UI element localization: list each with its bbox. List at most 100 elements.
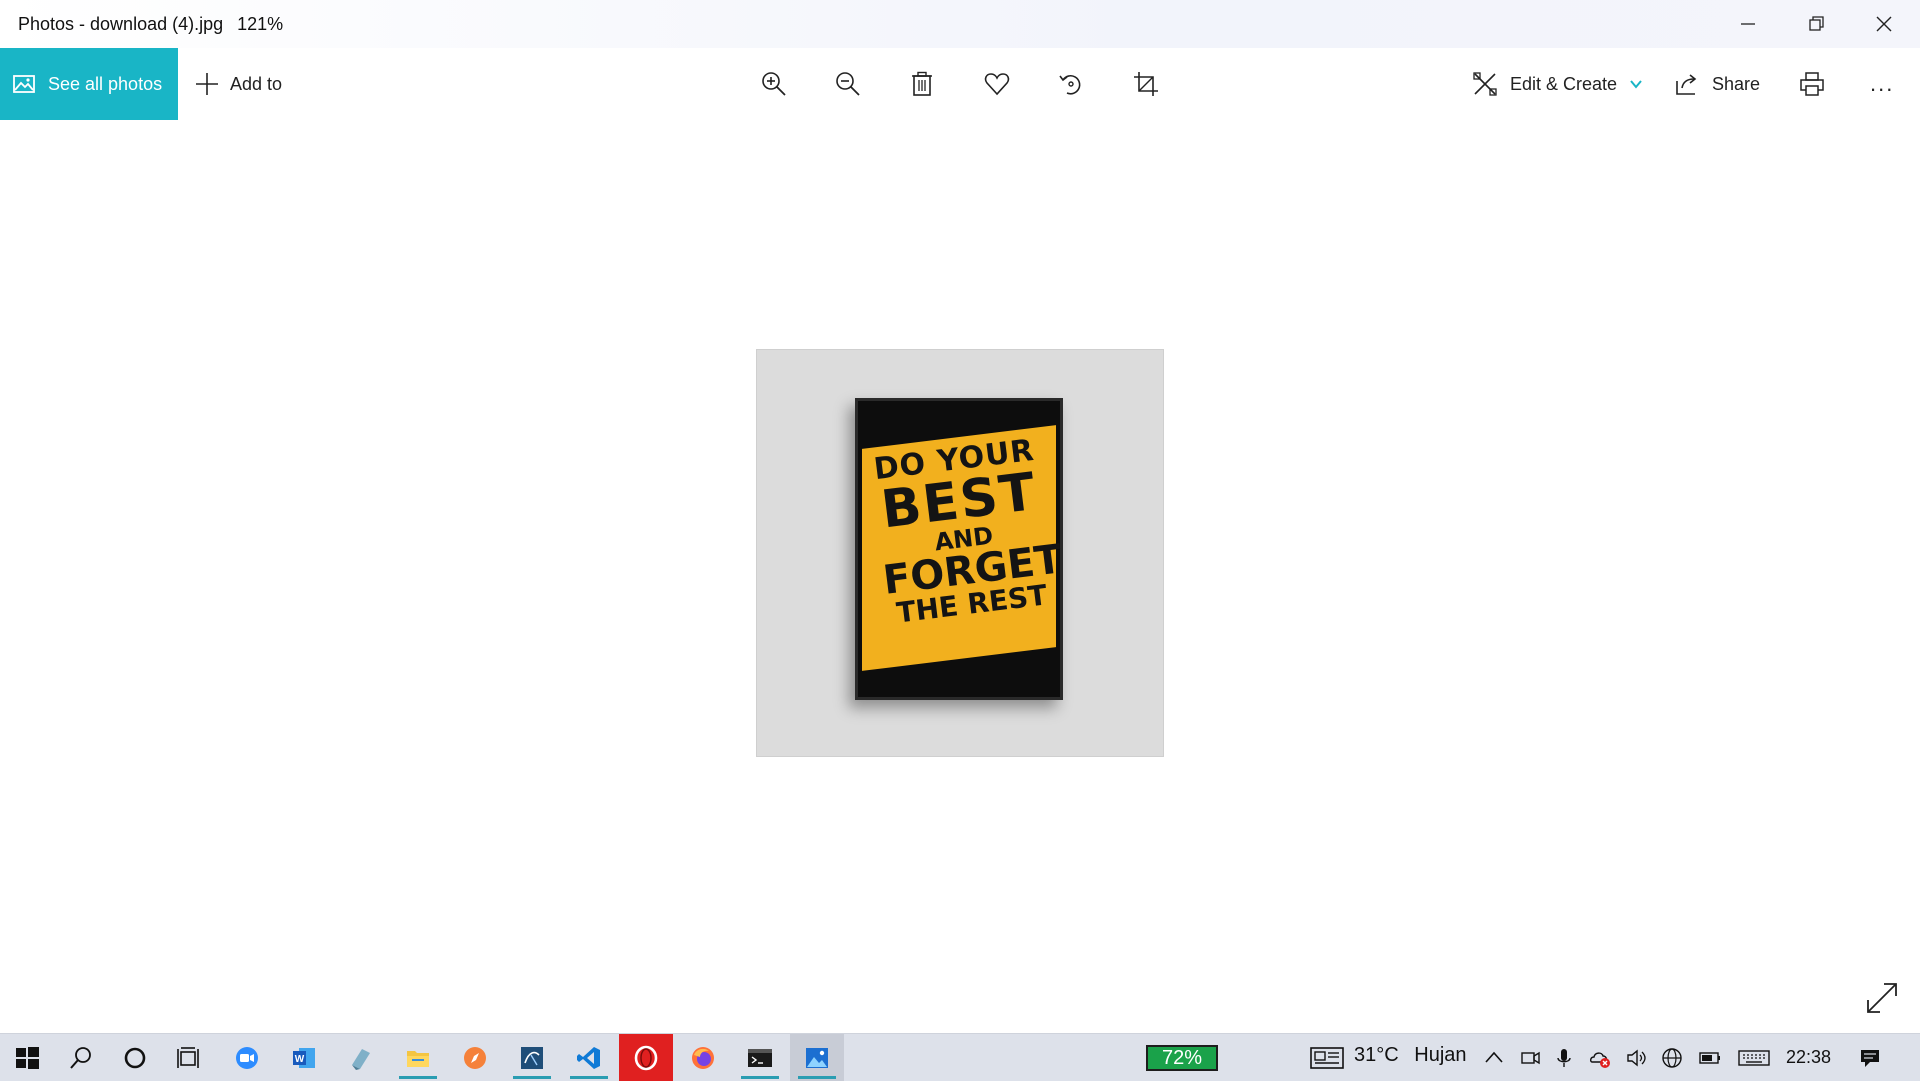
minimize-button[interactable] [1714, 0, 1782, 48]
microphone-icon [1557, 1049, 1571, 1067]
zoom-out-icon [836, 72, 860, 96]
printer-icon [1800, 72, 1824, 96]
camera-icon [1521, 1051, 1540, 1065]
restore-button[interactable] [1782, 0, 1850, 48]
cortana-button[interactable] [108, 1034, 162, 1081]
taskbar-firefox[interactable] [676, 1034, 730, 1081]
start-button[interactable] [0, 1034, 54, 1081]
add-to-button[interactable]: Add to [194, 48, 282, 120]
network-tray-button[interactable] [1658, 1044, 1686, 1072]
task-view-button[interactable] [162, 1034, 216, 1081]
word-icon: W [293, 1047, 315, 1068]
window-title-text: Photos - download (4).jpg [18, 14, 224, 34]
share-label: Share [1712, 73, 1761, 94]
touch-keyboard-button[interactable] [1736, 1044, 1772, 1072]
title-bar: Photos - download (4).jpg 121% [0, 0, 1920, 48]
battery-tray-button[interactable] [1696, 1044, 1724, 1072]
onedrive-tray-button[interactable] [1586, 1044, 1614, 1072]
vscode-icon [577, 1046, 600, 1069]
battery-icon [1699, 1052, 1720, 1064]
speaker-icon [1627, 1049, 1646, 1067]
svg-text:W: W [295, 1054, 305, 1065]
photo-viewer: DO YOUR BEST AND FORGET THE REST [0, 120, 1920, 1033]
weather-description: Hujan [1414, 1044, 1467, 1066]
see-all-photos-label: See all photos [48, 73, 163, 94]
taskbar-word[interactable]: W [277, 1034, 331, 1081]
taskbar-compass-app[interactable] [448, 1034, 502, 1081]
battery-percentage-overlay: 72% [1146, 1045, 1218, 1071]
weather-widget[interactable]: 31°C Hujan [1354, 1044, 1467, 1067]
notes-app-icon [352, 1048, 370, 1070]
fullscreen-expand-icon[interactable] [1864, 980, 1900, 1016]
trash-icon [912, 71, 932, 96]
see-all-photos-button[interactable]: See all photos [0, 48, 178, 120]
taskbar-sql-app[interactable] [505, 1034, 559, 1081]
more-options-icon: ... [1870, 71, 1895, 96]
camera-tray-button[interactable] [1516, 1044, 1544, 1072]
weather-temperature: 31°C [1354, 1044, 1399, 1066]
taskbar-terminal[interactable] [733, 1034, 787, 1081]
taskbar-search-button[interactable] [54, 1034, 108, 1081]
firefox-icon [692, 1046, 714, 1069]
plus-icon [196, 73, 218, 95]
window-title: Photos - download (4).jpg 121% [18, 14, 283, 35]
chevron-up-icon [1485, 1051, 1503, 1063]
folder-icon [407, 1050, 429, 1067]
close-button[interactable] [1850, 0, 1918, 48]
more-options-button[interactable]: ... [1870, 48, 1894, 120]
keyboard-icon [1738, 1050, 1770, 1066]
poster: DO YOUR BEST AND FORGET THE REST [855, 398, 1065, 700]
sql-app-icon [521, 1046, 543, 1069]
photo-gallery-icon [13, 75, 35, 93]
zoom-in-icon [762, 72, 786, 96]
globe-icon [1662, 1048, 1682, 1068]
taskbar-notes-app[interactable] [334, 1034, 388, 1081]
close-icon [1876, 16, 1892, 32]
cloud-error-icon [1590, 1052, 1610, 1068]
chevron-down-icon [1630, 80, 1642, 89]
terminal-icon [748, 1048, 772, 1067]
poster-text: DO YOUR BEST AND FORGET THE REST [868, 433, 1065, 630]
displayed-photo: DO YOUR BEST AND FORGET THE REST [756, 349, 1164, 757]
heart-icon [984, 73, 1010, 96]
notification-icon [1861, 1050, 1879, 1067]
favorite-button[interactable] [979, 66, 1015, 102]
news-widget-icon[interactable] [1310, 1046, 1344, 1070]
zoom-app-icon [236, 1046, 258, 1069]
microphone-tray-button[interactable] [1550, 1044, 1578, 1072]
share-button[interactable]: Share [1674, 48, 1760, 120]
search-icon [70, 1046, 91, 1069]
minimize-icon [1741, 23, 1755, 25]
taskbar-opera[interactable] [619, 1034, 673, 1081]
cortana-icon [124, 1047, 146, 1068]
crop-button[interactable] [1128, 66, 1164, 102]
task-view-icon [177, 1046, 199, 1068]
windows-logo-icon [16, 1046, 39, 1069]
rotate-icon [1059, 74, 1081, 95]
taskbar-zoom[interactable] [220, 1034, 274, 1081]
taskbar-vscode[interactable] [562, 1034, 616, 1081]
taskbar-file-explorer[interactable] [391, 1034, 445, 1081]
add-to-label: Add to [230, 73, 283, 94]
delete-button[interactable] [904, 66, 940, 102]
zoom-in-button[interactable] [756, 66, 792, 102]
show-hidden-icons-button[interactable] [1480, 1044, 1508, 1072]
system-clock[interactable]: 22:38 [1786, 1047, 1831, 1068]
rotate-button[interactable] [1053, 66, 1089, 102]
action-center-button[interactable] [1856, 1044, 1884, 1072]
taskbar: W 72% 31°C Hujan 22:38 [0, 1033, 1920, 1081]
edit-create-icon [1473, 72, 1497, 96]
opera-icon [634, 1045, 658, 1070]
restore-icon [1809, 16, 1824, 31]
compass-icon [464, 1046, 486, 1069]
photos-app-icon [806, 1047, 828, 1068]
toolbar: See all photos Add to Edit & Create Shar… [0, 48, 1920, 120]
zoom-level: 121% [237, 14, 284, 34]
print-button[interactable] [1794, 66, 1830, 102]
zoom-out-button[interactable] [830, 66, 866, 102]
edit-create-button[interactable]: Edit & Create [1472, 48, 1643, 120]
taskbar-photos[interactable] [790, 1034, 844, 1081]
crop-icon [1134, 72, 1158, 96]
volume-tray-button[interactable] [1622, 1044, 1650, 1072]
edit-create-label: Edit & Create [1510, 73, 1618, 94]
